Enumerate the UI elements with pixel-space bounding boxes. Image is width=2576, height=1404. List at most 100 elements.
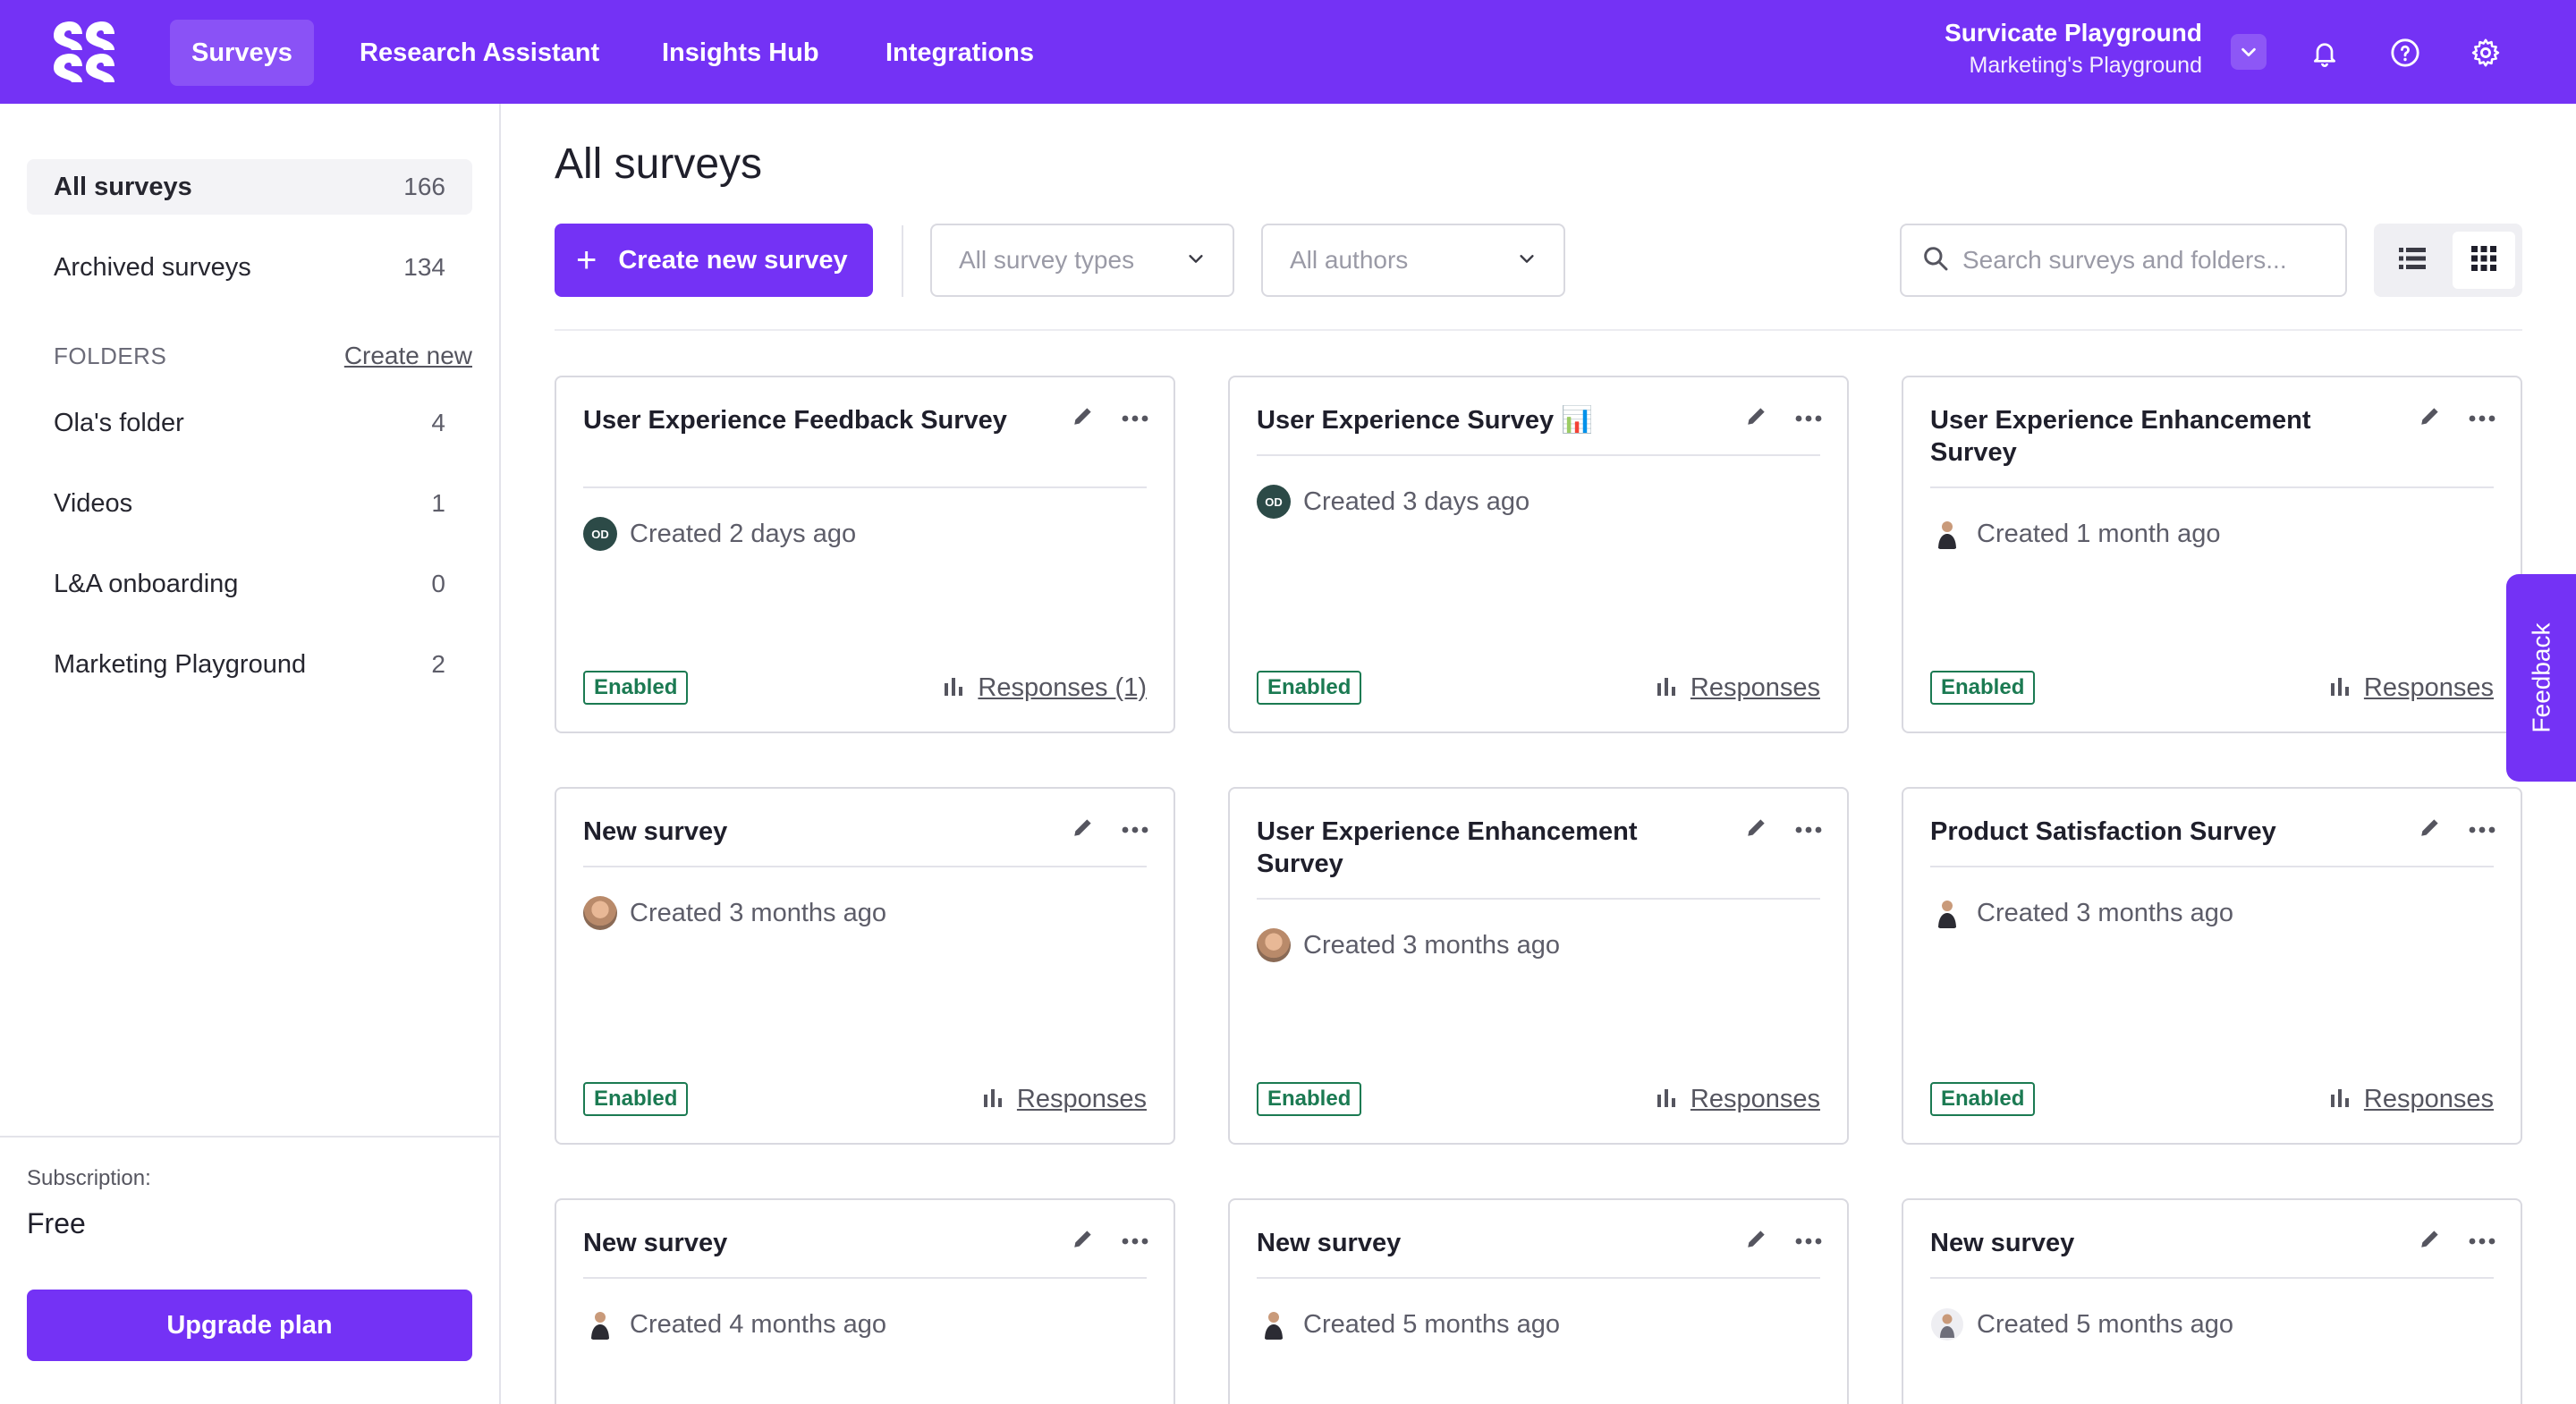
responses-link[interactable]: Responses — [1657, 1082, 1820, 1116]
status-badge: Enabled — [583, 671, 689, 705]
folder-count: 1 — [431, 489, 445, 517]
responses-link[interactable]: Responses — [2330, 671, 2494, 705]
responses-link[interactable]: Responses — [983, 1082, 1147, 1116]
more-options-icon[interactable] — [2469, 822, 2496, 838]
survicate-logo-icon[interactable] — [50, 20, 118, 84]
responses-link[interactable]: Responses — [2330, 1082, 2494, 1116]
grid-view-icon — [2471, 245, 2496, 275]
more-options-icon[interactable] — [1795, 1233, 1822, 1249]
survey-card-title: New survey — [1257, 1229, 1402, 1257]
edit-pencil-icon[interactable] — [2419, 1227, 2442, 1255]
created-date: Created 5 months ago — [1303, 1309, 1560, 1339]
edit-pencil-icon[interactable] — [1072, 816, 1095, 843]
search-input[interactable] — [1962, 246, 2338, 275]
create-new-survey-button[interactable]: + Create new survey — [555, 224, 873, 297]
survey-card-meta: OD Created 2 days ago — [583, 517, 856, 551]
survey-card[interactable]: New survey Created 4 months ago — [555, 1198, 1175, 1404]
edit-pencil-icon[interactable] — [1745, 1227, 1768, 1255]
sidebar-item-label: All surveys — [54, 172, 192, 201]
survey-card[interactable]: User Experience Enhancement Survey Creat… — [1902, 376, 2522, 733]
more-options-icon[interactable] — [2469, 1233, 2496, 1249]
more-options-icon[interactable] — [1795, 822, 1822, 838]
sidebar-item-count: 134 — [403, 253, 445, 281]
edit-pencil-icon[interactable] — [1745, 404, 1768, 432]
gear-icon[interactable] — [2467, 34, 2504, 72]
responses-label: Responses — [1016, 1084, 1147, 1113]
survey-card-meta: OD Created 3 days ago — [1257, 485, 1530, 519]
more-options-icon[interactable] — [1122, 822, 1148, 838]
survey-card-title: New survey — [583, 817, 728, 846]
author-avatar — [1930, 896, 1964, 930]
survey-card-title: New survey — [583, 1229, 728, 1257]
created-date: Created 1 month ago — [1977, 519, 2221, 548]
bell-icon[interactable] — [2306, 34, 2343, 72]
nav-tab-insights-hub[interactable]: Insights Hub — [640, 20, 841, 86]
survey-card[interactable]: New survey Created 3 months ago Enabled … — [555, 787, 1175, 1145]
folder-label: Videos — [54, 488, 133, 518]
edit-pencil-icon[interactable] — [2419, 816, 2442, 843]
list-view-button[interactable] — [2381, 232, 2444, 289]
survey-card[interactable]: Product Satisfaction Survey Created 3 mo… — [1902, 787, 2522, 1145]
responses-link[interactable]: Responses (1) — [944, 671, 1147, 705]
more-options-icon[interactable] — [1122, 1233, 1148, 1249]
sidebar-folder-marketing-playground[interactable]: Marketing Playground 2 — [27, 637, 472, 692]
more-options-icon[interactable] — [1795, 410, 1822, 427]
edit-pencil-icon[interactable] — [1072, 404, 1095, 432]
survey-card-meta: Created 5 months ago — [1257, 1307, 1560, 1341]
edit-pencil-icon[interactable] — [2419, 404, 2442, 432]
author-filter[interactable]: All authors — [1261, 224, 1565, 297]
chevron-down-icon — [1517, 246, 1537, 275]
survey-type-filter[interactable]: All survey types — [930, 224, 1234, 297]
folder-count: 4 — [431, 409, 445, 436]
sidebar-folder-la-onboarding[interactable]: L&A onboarding 0 — [27, 556, 472, 612]
nav-tab-surveys[interactable]: Surveys — [170, 20, 314, 86]
folder-label: L&A onboarding — [54, 569, 239, 598]
sidebar-item-label: Archived surveys — [54, 252, 251, 282]
account-name: Survicate Playground — [1945, 19, 2202, 47]
survey-card[interactable]: User Experience Enhancement Survey Creat… — [1228, 787, 1849, 1145]
view-toggle — [2374, 224, 2522, 297]
upgrade-plan-button[interactable]: Upgrade plan — [27, 1290, 472, 1361]
author-avatar — [583, 1307, 617, 1341]
survey-card[interactable]: User Experience Survey 📊 OD Created 3 da… — [1228, 376, 1849, 733]
more-options-icon[interactable] — [2469, 410, 2496, 427]
status-badge: Enabled — [1930, 1082, 2036, 1116]
help-icon[interactable] — [2386, 34, 2424, 72]
account-switcher[interactable]: Survicate Playground Marketing's Playgro… — [1945, 16, 2202, 80]
survey-card[interactable]: User Experience Feedback Survey OD Creat… — [555, 376, 1175, 733]
sidebar-folder-olas-folder[interactable]: Ola's folder 4 — [27, 395, 472, 451]
status-badge: Enabled — [1257, 671, 1362, 705]
nav-tab-integrations[interactable]: Integrations — [864, 20, 1055, 86]
create-folder-link[interactable]: Create new — [344, 342, 472, 370]
feedback-tab[interactable]: Feedback — [2506, 574, 2576, 782]
survey-card[interactable]: New survey Created 5 months ago — [1228, 1198, 1849, 1404]
edit-pencil-icon[interactable] — [1745, 816, 1768, 843]
card-divider — [583, 866, 1147, 867]
account-workspace: Marketing's Playground — [1969, 53, 2202, 78]
author-avatar — [1930, 1307, 1964, 1341]
bar-chart-icon — [983, 1085, 1003, 1114]
responses-label: Responses — [2363, 672, 2494, 702]
survey-card-title: New survey — [1930, 1229, 2075, 1257]
sidebar-item-all-surveys[interactable]: All surveys 166 — [27, 159, 472, 215]
survey-card-meta: Created 5 months ago — [1930, 1307, 2233, 1341]
chevron-down-icon[interactable] — [2231, 34, 2267, 70]
bar-chart-icon — [1657, 673, 1676, 703]
search-box[interactable] — [1900, 224, 2347, 297]
survey-card-meta: Created 1 month ago — [1930, 517, 2220, 551]
grid-view-button[interactable] — [2453, 232, 2515, 289]
status-badge: Enabled — [1257, 1082, 1362, 1116]
nav-tab-research-assistant[interactable]: Research Assistant — [338, 20, 621, 86]
sidebar-folder-videos[interactable]: Videos 1 — [27, 476, 472, 531]
author-avatar — [1257, 928, 1291, 962]
more-options-icon[interactable] — [1122, 410, 1148, 427]
survey-card[interactable]: New survey Created 5 months ago — [1902, 1198, 2522, 1404]
sidebar-item-archived-surveys[interactable]: Archived surveys 134 — [27, 240, 472, 295]
status-badge: Enabled — [583, 1082, 689, 1116]
folder-label: Marketing Playground — [54, 649, 307, 679]
responses-link[interactable]: Responses — [1657, 671, 1820, 705]
plus-icon: + — [576, 241, 597, 280]
folders-label: FOLDERS — [54, 342, 167, 369]
folder-label: Ola's folder — [54, 408, 184, 437]
edit-pencil-icon[interactable] — [1072, 1227, 1095, 1255]
